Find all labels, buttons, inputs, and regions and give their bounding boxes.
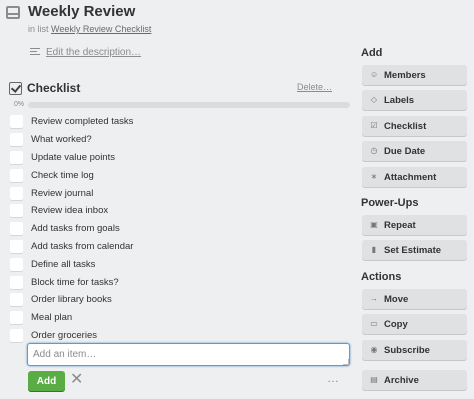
checklist-item[interactable]: Update value points	[10, 149, 350, 167]
card-icon	[6, 6, 20, 19]
item-checkbox[interactable]	[10, 311, 23, 325]
sidebar-button-members[interactable]: ☺ Members	[362, 65, 467, 85]
card-title[interactable]: Weekly Review	[28, 3, 135, 20]
repeat-icon: ▣	[370, 220, 378, 229]
item-label[interactable]: Update value points	[31, 152, 115, 163]
sidebar-button-label: Archive	[384, 374, 419, 386]
item-checkbox[interactable]	[10, 222, 23, 236]
sidebar-button-labels[interactable]: ◇ Labels	[362, 90, 467, 110]
item-label[interactable]: Order groceries	[31, 330, 97, 341]
checklist-item[interactable]: Review journal	[10, 184, 350, 202]
sidebar-button-due-date[interactable]: ◷ Due Date	[362, 141, 467, 161]
item-label[interactable]: Review journal	[31, 188, 93, 199]
paperclip-icon: ∗	[370, 172, 378, 181]
clock-icon: ◷	[370, 146, 378, 155]
progress-bar	[28, 102, 350, 108]
item-checkbox[interactable]	[10, 257, 23, 271]
item-checkbox[interactable]	[10, 168, 23, 182]
checklist-item[interactable]: What worked?	[10, 131, 350, 149]
person-icon: ☺	[370, 70, 379, 79]
estimate-icon: ▮	[371, 245, 377, 254]
sidebar-button-label: Attachment	[384, 171, 437, 183]
item-checkbox[interactable]	[10, 328, 23, 342]
sidebar-button-repeat[interactable]: ▣ Repeat	[362, 215, 467, 235]
checklist-item[interactable]: Add tasks from calendar	[10, 238, 350, 256]
item-label[interactable]: What worked?	[31, 134, 92, 145]
actions-heading: Actions	[361, 271, 402, 283]
add-item-button[interactable]: Add	[28, 371, 65, 391]
checklist-item[interactable]: Order library books	[10, 291, 350, 309]
item-label[interactable]: Order library books	[31, 294, 112, 305]
item-checkbox[interactable]	[10, 150, 23, 164]
item-checkbox[interactable]	[10, 115, 23, 129]
in-list-prefix: in list	[28, 24, 49, 34]
sidebar-button-archive[interactable]: ▤ Archive	[362, 370, 467, 390]
powerups-heading: Power-Ups	[361, 197, 419, 209]
in-list-text: in list Weekly Review Checklist	[28, 24, 151, 34]
sidebar-button-label: Due Date	[384, 145, 426, 157]
item-label[interactable]: Add tasks from goals	[31, 223, 120, 234]
checklist-items: Review completed tasks What worked? Update…	[10, 113, 350, 344]
sidebar-button-subscribe[interactable]: ◉ Subscribe	[362, 340, 467, 360]
checklist-item[interactable]: Meal plan	[10, 309, 350, 327]
checklist-item[interactable]: Order groceries	[10, 327, 350, 345]
arrow-right-icon: →	[370, 294, 378, 303]
item-label[interactable]: Review idea inbox	[31, 205, 108, 216]
label-icon: ◇	[370, 95, 378, 104]
item-checkbox[interactable]	[10, 275, 23, 289]
item-label[interactable]: Review completed tasks	[31, 116, 133, 127]
sidebar-button-label: Move	[384, 293, 409, 305]
sidebar-button-label: Set Estimate	[384, 244, 442, 256]
item-label[interactable]: Block time for tasks?	[31, 277, 119, 288]
add-item-input[interactable]	[27, 343, 350, 366]
item-label[interactable]: Define all tasks	[31, 259, 95, 270]
progress-percent: 0%	[14, 101, 25, 108]
sidebar-button-move[interactable]: → Move	[362, 289, 467, 309]
add-heading: Add	[361, 47, 383, 59]
sidebar-button-label: Members	[384, 69, 426, 81]
sidebar-button-label: Repeat	[384, 219, 416, 231]
item-checkbox[interactable]	[10, 186, 23, 200]
edit-description-link[interactable]: Edit the description…	[46, 47, 141, 58]
item-label[interactable]: Meal plan	[31, 312, 72, 323]
item-checkbox[interactable]	[10, 239, 23, 253]
item-checkbox[interactable]	[10, 133, 23, 147]
list-name-link[interactable]: Weekly Review Checklist	[51, 24, 151, 34]
checklist-icon: ☑	[370, 121, 378, 130]
checklist-item[interactable]: Check time log	[10, 166, 350, 184]
sidebar-button-copy[interactable]: ▭ Copy	[362, 314, 467, 334]
checklist-icon	[9, 82, 22, 95]
archive-icon: ▤	[370, 375, 378, 384]
eye-icon: ◉	[370, 345, 378, 354]
checklist-item[interactable]: Review completed tasks	[10, 113, 350, 131]
sidebar-button-checklist[interactable]: ☑ Checklist	[362, 116, 467, 136]
checklist-item[interactable]: Block time for tasks?	[10, 273, 350, 291]
sidebar-button-label: Copy	[384, 318, 408, 330]
item-label[interactable]: Check time log	[31, 170, 94, 181]
item-checkbox[interactable]	[10, 293, 23, 307]
checklist-item[interactable]: Define all tasks	[10, 255, 350, 273]
sidebar-button-label: Labels	[384, 94, 415, 106]
sidebar-button-set-estimate[interactable]: ▮ Set Estimate	[362, 240, 467, 260]
delete-checklist-link[interactable]: Delete…	[297, 82, 332, 92]
sidebar-button-attachment[interactable]: ∗ Attachment	[362, 167, 467, 187]
resize-handle[interactable]	[343, 359, 349, 365]
more-options-icon[interactable]: …	[327, 371, 340, 385]
item-checkbox[interactable]	[10, 204, 23, 218]
checklist-item[interactable]: Review idea inbox	[10, 202, 350, 220]
copy-icon: ▭	[370, 319, 378, 328]
checklist-item[interactable]: Add tasks from goals	[10, 220, 350, 238]
checklist-title[interactable]: Checklist	[27, 81, 80, 95]
close-icon[interactable]: ✕	[70, 372, 83, 388]
sidebar-button-label: Checklist	[384, 120, 427, 132]
item-label[interactable]: Add tasks from calendar	[31, 241, 133, 252]
sidebar-button-label: Subscribe	[384, 344, 430, 356]
description-icon	[30, 48, 40, 57]
